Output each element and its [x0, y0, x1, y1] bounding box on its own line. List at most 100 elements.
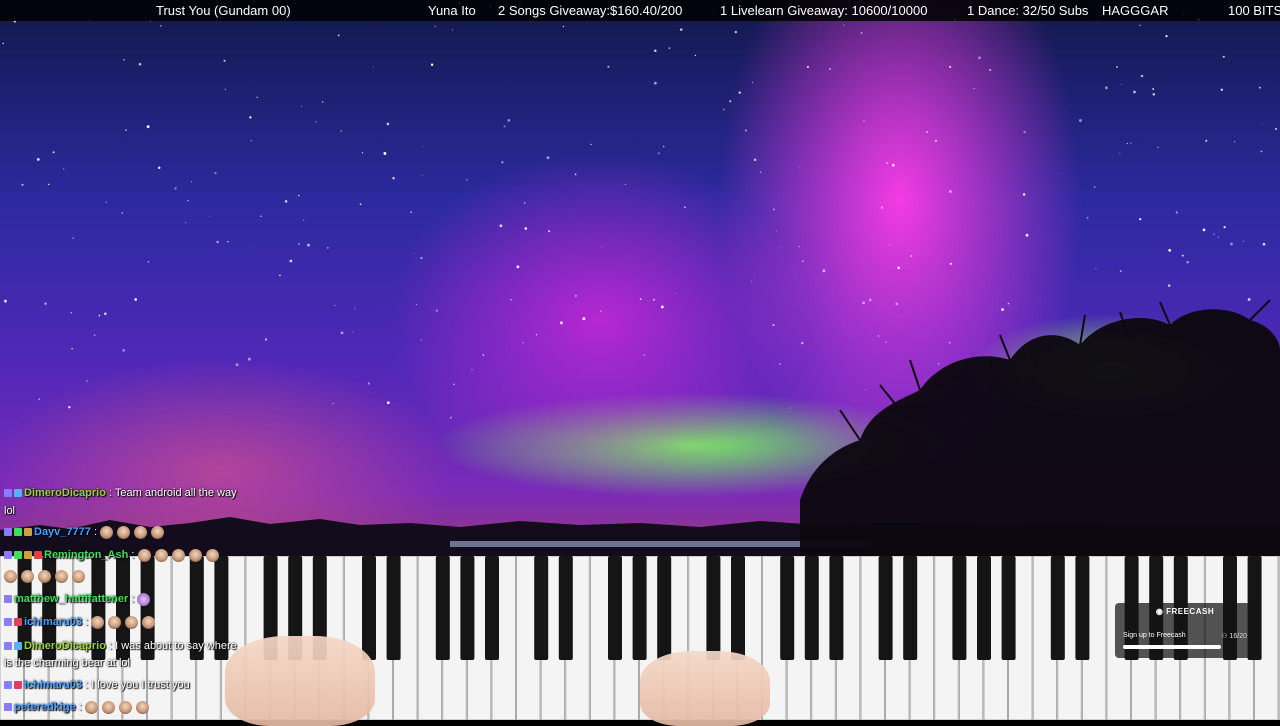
star: [1274, 128, 1277, 130]
star: [453, 383, 455, 386]
chat-text: Team android all the way: [114, 487, 237, 499]
star: [759, 171, 762, 174]
chat-message: ichimaru03 : I love you I trust you: [4, 678, 274, 692]
star: [1078, 119, 1082, 122]
star: [1130, 142, 1132, 145]
emote-icon: [188, 548, 202, 562]
star: [1133, 90, 1136, 94]
emote-icon: [137, 548, 151, 562]
stream-info-bar: Trust You (Gundam 00) Yuna Ito 2 Songs G…: [0, 0, 1280, 21]
star: [501, 161, 504, 164]
emote-icon: [151, 525, 165, 539]
star: [1222, 55, 1225, 58]
star: [340, 331, 344, 335]
emote-icon: [84, 700, 98, 714]
black-key: [1075, 556, 1090, 660]
star: [1121, 84, 1123, 86]
star: [1141, 74, 1144, 77]
star: [303, 219, 305, 221]
black-key: [1001, 556, 1016, 660]
emote-icon: [117, 525, 131, 539]
emote-icon: [100, 525, 114, 539]
star: [818, 26, 820, 28]
star: [214, 171, 217, 175]
star: [679, 28, 683, 31]
black-key: [534, 556, 549, 660]
star: [104, 312, 107, 316]
black-key: [706, 556, 721, 660]
star: [1242, 240, 1244, 242]
star: [430, 63, 434, 67]
star: [643, 354, 646, 356]
star: [524, 227, 528, 230]
black-key: [608, 556, 622, 660]
star: [209, 216, 211, 217]
ad-signup-link[interactable]: Sign up to Freecash: [1123, 632, 1186, 639]
emote-icon: [101, 700, 115, 714]
star: [410, 211, 412, 213]
star: [1213, 233, 1215, 235]
star: [420, 339, 423, 341]
chat-username: Dayv_7777: [34, 526, 91, 538]
star: [668, 47, 671, 49]
song-title: Trust You (Gundam 00): [156, 3, 291, 18]
black-key: [657, 556, 672, 660]
star: [510, 298, 512, 301]
black-key: [804, 556, 819, 660]
chat-text: is the charming bear at lol: [4, 657, 130, 669]
star: [72, 237, 74, 239]
freecash-ad[interactable]: ◉ FREECASH Sign up to Freecash ⚇ 16/20: [1115, 603, 1255, 658]
ad-brand: ◉ FREECASH: [1155, 607, 1215, 616]
star: [227, 241, 229, 243]
star: [36, 157, 40, 161]
chat-text: I love you I trust you: [91, 679, 190, 691]
black-key: [1050, 556, 1065, 660]
star: [978, 56, 981, 60]
black-key: [731, 556, 745, 660]
star: [321, 101, 324, 103]
star: [68, 406, 71, 409]
star: [548, 230, 551, 233]
chat-message: ichimaru03 :: [4, 615, 274, 629]
star: [891, 163, 895, 167]
star: [799, 167, 801, 169]
star: [70, 312, 72, 314]
star: [307, 243, 310, 247]
black-key: [878, 556, 893, 660]
chat-username: ichimaru03: [24, 679, 83, 691]
star: [326, 246, 329, 249]
star: [1116, 65, 1118, 68]
star: [860, 31, 863, 35]
star: [503, 125, 506, 128]
star: [934, 139, 938, 142]
star: [451, 29, 454, 31]
chat-message: matthew_hattifattener :: [4, 592, 274, 606]
star: [754, 273, 756, 274]
star: [337, 34, 340, 37]
star: [420, 256, 423, 260]
star: [134, 298, 138, 301]
star: [683, 206, 686, 209]
star: [1261, 124, 1263, 125]
livelearn-giveaway-goal: 1 Livelearn Giveaway: 10600/10000: [720, 3, 928, 18]
star: [654, 81, 657, 85]
star: [694, 54, 696, 57]
star: [98, 314, 101, 317]
star: [751, 280, 753, 282]
star: [297, 194, 300, 197]
chat-message: is the charming bear at lol: [4, 656, 274, 670]
black-key: [829, 556, 844, 660]
star: [1262, 242, 1266, 246]
star: [157, 166, 161, 170]
star: [47, 183, 50, 186]
star: [522, 342, 524, 344]
star: [1157, 146, 1159, 149]
star: [751, 81, 754, 84]
emote-icon: [118, 700, 132, 714]
chat-username: peteredkige: [14, 701, 76, 713]
star: [352, 331, 354, 333]
emote-icon: [21, 569, 34, 583]
star: [798, 245, 800, 248]
tree-silhouettes: [800, 300, 1280, 570]
star: [600, 246, 602, 248]
